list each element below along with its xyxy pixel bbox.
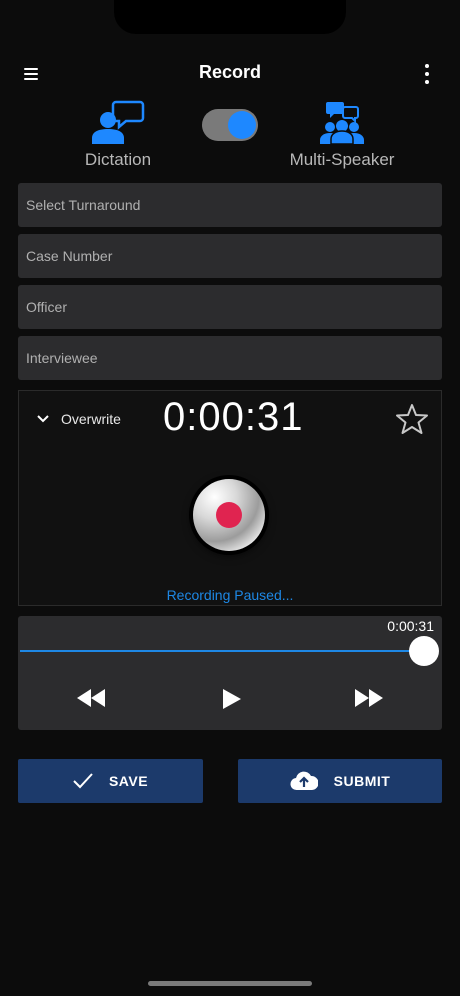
- app-header: Record: [0, 56, 460, 92]
- record-icon: [216, 502, 242, 528]
- dictation-mode-option[interactable]: Dictation: [66, 100, 170, 170]
- case-number-field[interactable]: Case Number: [18, 234, 442, 278]
- overwrite-dropdown[interactable]: Overwrite: [37, 411, 121, 427]
- cloud-upload-icon: [290, 771, 318, 791]
- home-indicator[interactable]: [148, 981, 312, 986]
- playback-panel: 0:00:31: [18, 616, 442, 730]
- play-icon[interactable]: [222, 688, 242, 710]
- overwrite-label: Overwrite: [61, 411, 121, 427]
- fast-forward-icon[interactable]: [354, 688, 384, 708]
- chevron-down-icon: [37, 415, 49, 423]
- playback-slider-thumb[interactable]: [409, 636, 439, 666]
- submit-button[interactable]: SUBMIT: [238, 759, 442, 803]
- select-turnaround-dropdown[interactable]: Select Turnaround: [18, 183, 442, 227]
- star-outline-icon[interactable]: [395, 403, 429, 435]
- playback-progress-track[interactable]: [20, 650, 424, 652]
- multi-speaker-mode-option[interactable]: Multi-Speaker: [278, 100, 406, 170]
- save-button[interactable]: SAVE: [18, 759, 203, 803]
- checkmark-icon: [73, 773, 93, 789]
- multi-speaker-label: Multi-Speaker: [289, 150, 395, 169]
- rewind-icon[interactable]: [76, 688, 106, 708]
- recorder-panel: Overwrite 0:00:31 Recording Paused...: [18, 390, 442, 606]
- group-speech-icon: [320, 102, 364, 145]
- toggle-knob: [228, 111, 256, 139]
- recording-status: Recording Paused...: [166, 587, 294, 603]
- playback-time: 0:00:31: [387, 618, 434, 634]
- mode-toggle[interactable]: [202, 109, 258, 141]
- dictation-label: Dictation: [84, 150, 152, 169]
- device-notch: [114, 0, 346, 34]
- person-speech-icon: [92, 100, 145, 144]
- interviewee-field[interactable]: Interviewee: [18, 336, 442, 380]
- record-button[interactable]: [193, 479, 265, 551]
- page-title: Record: [198, 62, 261, 82]
- submit-label: SUBMIT: [333, 773, 391, 789]
- officer-field[interactable]: Officer: [18, 285, 442, 329]
- record-screen: Record Dictation Multi-Speaker Select Tu…: [0, 0, 460, 996]
- recording-timer: 0:00:31: [163, 395, 304, 439]
- more-vertical-icon[interactable]: [424, 64, 430, 84]
- save-label: SAVE: [108, 773, 149, 789]
